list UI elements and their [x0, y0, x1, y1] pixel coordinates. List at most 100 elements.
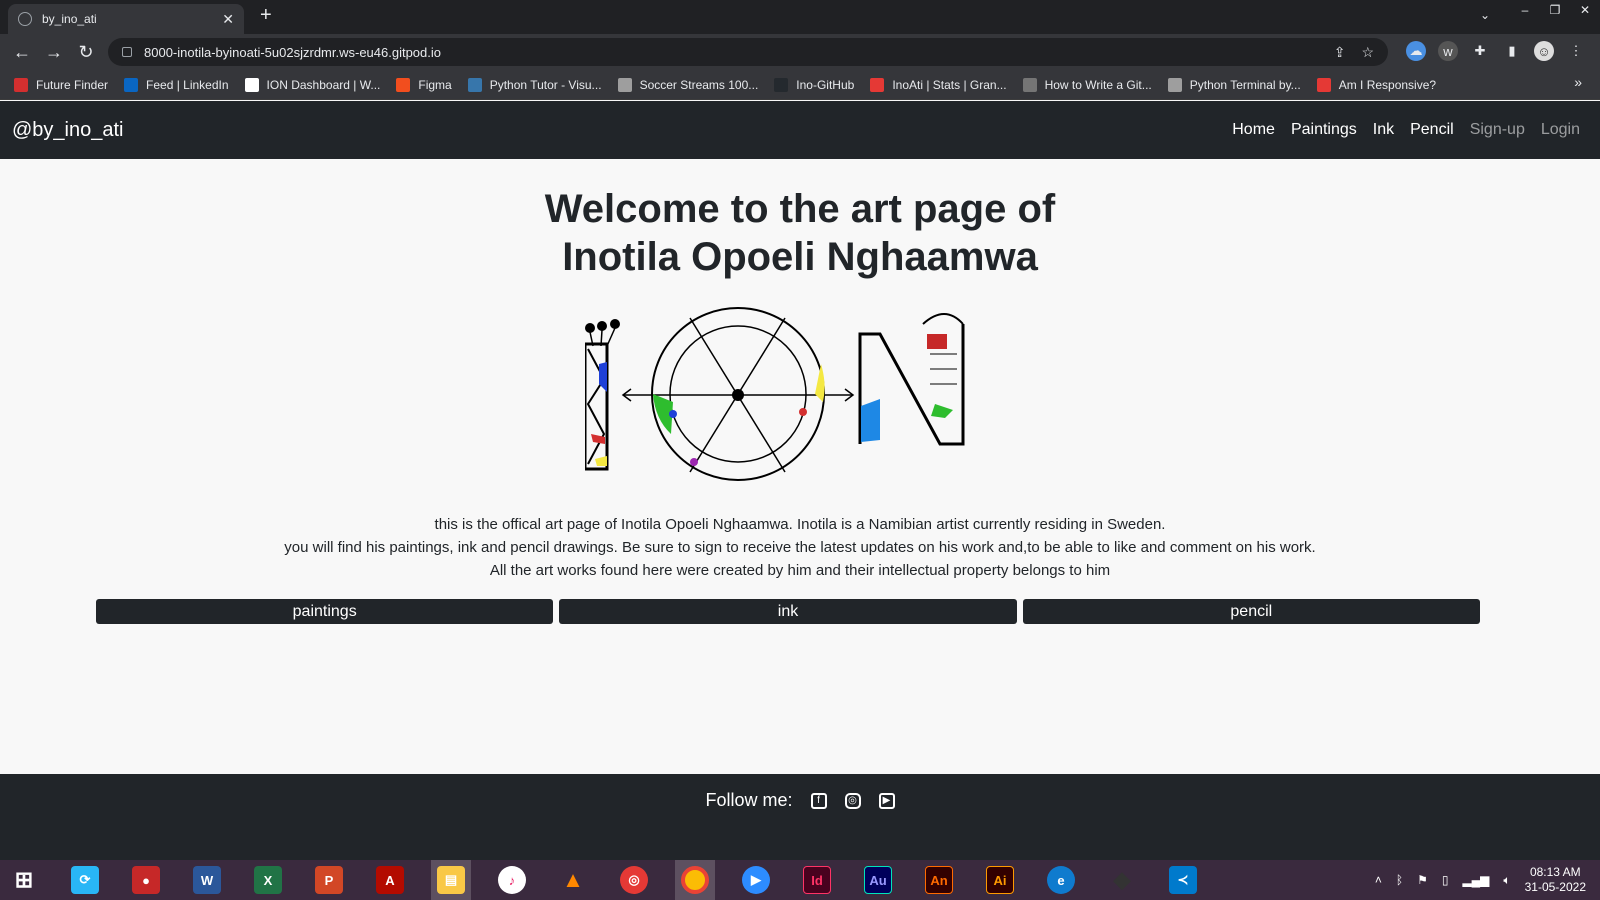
pencil-button[interactable]: pencil: [1022, 599, 1480, 624]
globe-icon: [18, 12, 32, 26]
bookmark-label: Ino-GitHub: [796, 77, 855, 92]
puzzle-icon[interactable]: ✚: [1470, 41, 1490, 61]
browser-tab[interactable]: by_ino_ati ✕: [8, 4, 244, 34]
itunes-icon[interactable]: ♪: [492, 860, 532, 900]
vscode-icon[interactable]: ≺: [1163, 860, 1203, 900]
bookmark-favicon-icon: [14, 77, 28, 92]
side-panel-icon[interactable]: ▮: [1502, 41, 1522, 61]
powerpoint-icon[interactable]: P: [309, 860, 349, 900]
bookmark-label: Python Tutor - Visu...: [489, 77, 602, 92]
excel-icon[interactable]: X: [248, 860, 288, 900]
w-extension-icon[interactable]: w: [1438, 41, 1458, 61]
forward-button[interactable]: →: [38, 42, 70, 63]
main-content: Welcome to the art page of Inotila Opoel…: [0, 159, 1600, 774]
share-icon[interactable]: ⇪: [1334, 44, 1346, 61]
site-brand[interactable]: @by_ino_ati: [12, 119, 123, 142]
bookmark-label: Figma: [418, 77, 452, 92]
back-button[interactable]: ←: [6, 42, 38, 63]
more-bookmarks-icon[interactable]: »: [1574, 74, 1582, 90]
illustrator-icon[interactable]: Ai: [980, 860, 1020, 900]
system-tray: ˄ ᛒ ⚑ ▯ ▂▄▆ 🔈︎ 08:13 AM 31-05-2022: [1375, 860, 1586, 900]
battery-icon[interactable]: ▯: [1442, 873, 1449, 887]
animate-icon[interactable]: An: [919, 860, 959, 900]
volume-icon[interactable]: 🔈︎: [1503, 873, 1510, 888]
word-icon[interactable]: W: [187, 860, 227, 900]
bookmark-item[interactable]: Feed | LinkedIn: [124, 77, 229, 92]
facebook-icon[interactable]: f: [810, 792, 827, 809]
audition-icon[interactable]: Au: [858, 860, 898, 900]
paintings-button[interactable]: paintings: [96, 599, 554, 624]
bookmark-item[interactable]: Soccer Streams 100...: [617, 77, 759, 92]
acrobat-icon[interactable]: A: [370, 860, 410, 900]
url-text: 8000-inotila-byinoati-5u02sjzrdmr.ws-eu4…: [144, 44, 442, 60]
bookmark-item[interactable]: Python Terminal by...: [1167, 77, 1301, 92]
terminal-app-icon[interactable]: ◆: [1102, 860, 1142, 900]
address-bar[interactable]: 8000-inotila-byinoati-5u02sjzrdmr.ws-eu4…: [108, 38, 1388, 66]
nav-ink[interactable]: Ink: [1373, 121, 1394, 139]
record-app-icon[interactable]: ◎: [614, 860, 654, 900]
follow-row: Follow me: f ◎ ▶: [0, 790, 1600, 811]
bookmark-item[interactable]: Am I Responsive?: [1316, 77, 1437, 92]
bookmark-label: Future Finder: [36, 77, 109, 92]
bookmark-label: Am I Responsive?: [1338, 77, 1437, 92]
bookmark-item[interactable]: Future Finder: [14, 77, 109, 92]
bookmark-favicon-icon: [1022, 77, 1037, 92]
bookmark-item[interactable]: InoAti | Stats | Gran...: [870, 77, 1007, 92]
tray-clock[interactable]: 08:13 AM 31-05-2022: [1525, 865, 1586, 895]
bookmark-item[interactable]: ION Dashboard | W...: [244, 77, 381, 92]
extensions-area: ☁ w ✚ ▮ ☺ ⋮: [1406, 41, 1586, 61]
bookmark-favicon-icon: [244, 77, 259, 92]
bookmark-favicon-icon: [124, 77, 139, 92]
tray-chevron-icon[interactable]: ˄: [1375, 873, 1382, 887]
logo-letter-n: [858, 313, 965, 446]
signal-icon[interactable]: ▂▄▆: [1462, 873, 1489, 887]
nav-home[interactable]: Home: [1232, 121, 1275, 139]
bookmark-label: InoAti | Stats | Gran...: [892, 77, 1007, 92]
bookmark-item[interactable]: Python Tutor - Visu...: [467, 77, 602, 92]
nav-paintings[interactable]: Paintings: [1291, 121, 1357, 139]
instagram-icon[interactable]: ◎: [844, 792, 861, 809]
bookmark-label: How to Write a Git...: [1044, 77, 1152, 92]
bookmark-favicon-icon: [467, 77, 482, 92]
file-explorer-icon[interactable]: ▤: [431, 860, 471, 900]
vlc-icon[interactable]: ▲: [553, 860, 593, 900]
close-window-button[interactable]: ✕: [1570, 0, 1600, 20]
nav-pencil[interactable]: Pencil: [1410, 121, 1454, 139]
windows-taskbar: ⊞ ⟳ ● W X P A ▤ ♪ ▲ ◎ ▶ Id Au An Ai e ◆ …: [0, 860, 1600, 900]
bookmark-item[interactable]: How to Write a Git...: [1022, 77, 1152, 92]
reload-button[interactable]: ↻: [70, 42, 102, 63]
youtube-icon[interactable]: ▶: [878, 792, 895, 809]
bookmark-favicon-icon: [1167, 77, 1182, 92]
zoom-icon[interactable]: ▶: [736, 860, 776, 900]
logo-letter-i: [585, 319, 620, 471]
bookmark-item[interactable]: Ino-GitHub: [774, 77, 855, 92]
site-footer: Follow me: f ◎ ▶: [0, 774, 1600, 860]
new-tab-button[interactable]: +: [260, 4, 272, 27]
restore-button[interactable]: ❐: [1540, 0, 1570, 20]
windows-start-icon[interactable]: ⊞: [4, 860, 44, 900]
ink-button[interactable]: ink: [559, 599, 1017, 624]
bookmark-label: Soccer Streams 100...: [639, 77, 759, 92]
bookmark-star-icon[interactable]: ☆: [1361, 44, 1374, 61]
chrome-icon[interactable]: [675, 860, 715, 900]
sync-app-icon[interactable]: ⟳: [65, 860, 105, 900]
red-app-icon[interactable]: ●: [126, 860, 166, 900]
tab-search-icon[interactable]: ⌄: [1480, 8, 1490, 22]
bookmark-item[interactable]: Figma: [396, 77, 452, 92]
minimize-button[interactable]: –: [1510, 0, 1540, 20]
nav-login[interactable]: Login: [1541, 121, 1580, 139]
category-buttons: paintings ink pencil: [96, 599, 1480, 624]
bluetooth-icon[interactable]: ᛒ: [1396, 873, 1403, 887]
nav-signup[interactable]: Sign-up: [1470, 121, 1525, 139]
menu-kebab-icon[interactable]: ⋮: [1566, 41, 1586, 61]
ion-logo: [585, 307, 965, 481]
indesign-icon[interactable]: Id: [797, 860, 837, 900]
flag-icon[interactable]: ⚑: [1417, 873, 1428, 887]
bookmark-label: ION Dashboard | W...: [266, 77, 381, 92]
cloud-extension-icon[interactable]: ☁: [1406, 41, 1426, 61]
close-tab-icon[interactable]: ✕: [222, 11, 234, 28]
intro-line-3: All the art works found here were create…: [489, 562, 1111, 579]
profile-avatar[interactable]: ☺: [1534, 41, 1554, 61]
edge-icon[interactable]: e: [1041, 860, 1081, 900]
clock-time: 08:13 AM: [1529, 865, 1581, 879]
